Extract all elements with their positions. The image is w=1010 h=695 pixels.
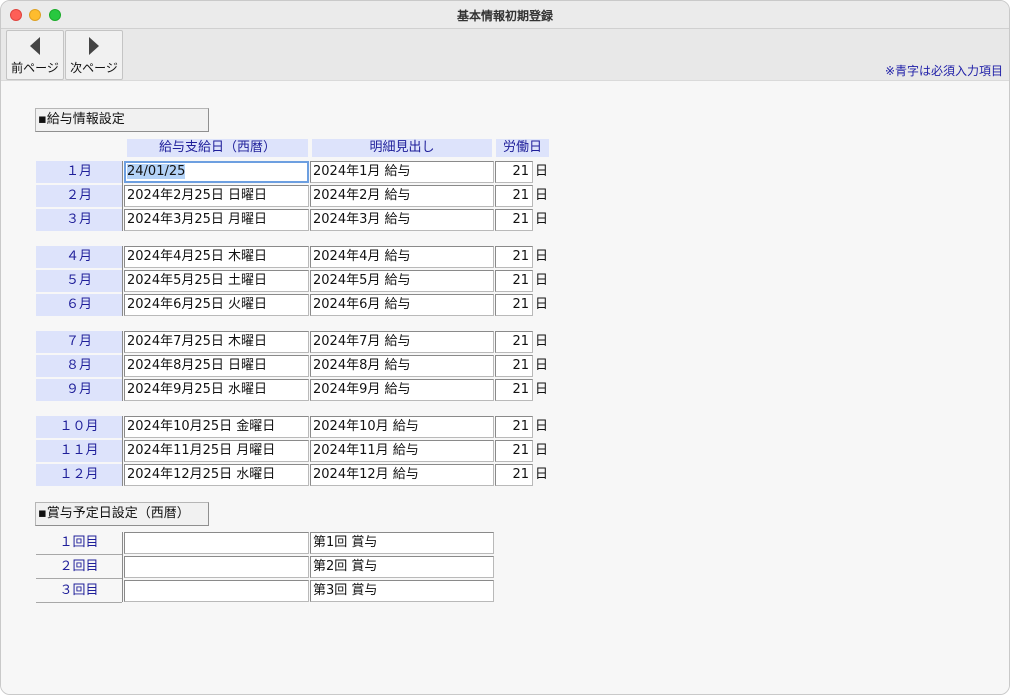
salary-section-header: ▪給与情報設定: [35, 108, 209, 132]
pay-date-input[interactable]: 2024年8月25日 日曜日: [124, 355, 309, 377]
day-unit-label: 日: [535, 249, 549, 264]
required-fields-note: ※青字は必須入力項目: [884, 64, 1003, 78]
bonus-label-underline: [36, 602, 122, 603]
work-days-input[interactable]: 21: [495, 161, 533, 183]
day-unit-label: 日: [535, 297, 549, 312]
work-days-input[interactable]: 21: [495, 270, 533, 292]
work-days-column-header: 労働日: [496, 139, 549, 157]
statement-heading-input[interactable]: 2024年8月 給与: [310, 355, 494, 377]
pay-date-input[interactable]: 2024年4月25日 木曜日: [124, 246, 309, 268]
month-label: ４月: [36, 246, 122, 268]
statement-heading-input[interactable]: 2024年3月 給与: [310, 209, 494, 231]
day-unit-label: 日: [535, 358, 549, 373]
statement-heading-input[interactable]: 2024年2月 給与: [310, 185, 494, 207]
work-days-input[interactable]: 21: [495, 209, 533, 231]
day-unit-label: 日: [535, 188, 549, 203]
bonus-date-input[interactable]: [124, 532, 309, 554]
month-label: ６月: [36, 294, 122, 316]
month-label: １２月: [36, 464, 122, 486]
bonus-heading-input[interactable]: 第3回 賞与: [310, 580, 494, 602]
bonus-date-input[interactable]: [124, 556, 309, 578]
statement-heading-input[interactable]: 2024年10月 給与: [310, 416, 494, 438]
pay-date-input[interactable]: 2024年2月25日 日曜日: [124, 185, 309, 207]
bonus-section-header: ▪賞与予定日設定（西暦）: [35, 502, 209, 526]
day-unit-label: 日: [535, 382, 549, 397]
pay-date-input[interactable]: 24/01/25: [124, 161, 309, 183]
day-unit-label: 日: [535, 212, 549, 227]
statement-heading-input[interactable]: 2024年1月 給与: [310, 161, 494, 183]
day-unit-label: 日: [535, 164, 549, 179]
prev-page-button[interactable]: 前ページ: [6, 30, 64, 80]
group-divider: [122, 246, 123, 316]
pay-date-input[interactable]: 2024年11月25日 月曜日: [124, 440, 309, 462]
bonus-round-label: ３回目: [59, 583, 99, 598]
work-days-input[interactable]: 21: [495, 185, 533, 207]
pay-date-input[interactable]: 2024年12月25日 水曜日: [124, 464, 309, 486]
work-days-input[interactable]: 21: [495, 246, 533, 268]
work-days-input[interactable]: 21: [495, 440, 533, 462]
app-window: 基本情報初期登録 前ページ 次ページ ※青字は必須入力項目 ▪給与情報設定 給与…: [0, 0, 1010, 695]
month-label: １月: [36, 161, 122, 183]
bonus-round-label: １回目: [59, 535, 99, 550]
month-label: ２月: [36, 185, 122, 207]
month-label: １０月: [36, 416, 122, 438]
work-days-input[interactable]: 21: [495, 331, 533, 353]
statement-heading-input[interactable]: 2024年5月 給与: [310, 270, 494, 292]
group-divider: [122, 416, 123, 486]
triangle-left-icon: [30, 37, 40, 55]
bonus-heading-input[interactable]: 第1回 賞与: [310, 532, 494, 554]
month-label: ３月: [36, 209, 122, 231]
statement-heading-input[interactable]: 2024年11月 給与: [310, 440, 494, 462]
month-label: ９月: [36, 379, 122, 401]
month-label: ７月: [36, 331, 122, 353]
group-divider: [122, 161, 123, 231]
statement-heading-input[interactable]: 2024年7月 給与: [310, 331, 494, 353]
work-days-input[interactable]: 21: [495, 464, 533, 486]
day-unit-label: 日: [535, 419, 549, 434]
title-bar: 基本情報初期登録: [1, 1, 1009, 29]
bonus-label-underline: [36, 554, 122, 555]
bonus-group-divider: [122, 532, 123, 602]
work-days-input[interactable]: 21: [495, 355, 533, 377]
month-label: ８月: [36, 355, 122, 377]
pay-date-column-header: 給与支給日（西暦）: [127, 139, 308, 157]
statement-heading-input[interactable]: 2024年9月 給与: [310, 379, 494, 401]
statement-heading-input[interactable]: 2024年6月 給与: [310, 294, 494, 316]
work-days-input[interactable]: 21: [495, 416, 533, 438]
bonus-heading-input[interactable]: 第2回 賞与: [310, 556, 494, 578]
group-divider: [122, 331, 123, 401]
pay-date-input[interactable]: 2024年10月25日 金曜日: [124, 416, 309, 438]
pay-date-input[interactable]: 2024年5月25日 土曜日: [124, 270, 309, 292]
work-days-input[interactable]: 21: [495, 379, 533, 401]
next-page-button[interactable]: 次ページ: [65, 30, 123, 80]
month-label: １１月: [36, 440, 122, 462]
triangle-right-icon: [89, 37, 99, 55]
form-area: ▪給与情報設定 給与支給日（西暦） 明細見出し 労働日 ▪賞与予定日設定（西暦）…: [1, 81, 1009, 694]
day-unit-label: 日: [535, 443, 549, 458]
bonus-round-label: ２回目: [59, 559, 99, 574]
pay-date-input[interactable]: 2024年6月25日 火曜日: [124, 294, 309, 316]
day-unit-label: 日: [535, 273, 549, 288]
window-title: 基本情報初期登録: [456, 9, 553, 23]
day-unit-label: 日: [535, 467, 549, 482]
prev-page-label: 前ページ: [11, 61, 59, 75]
statement-heading-input[interactable]: 2024年12月 給与: [310, 464, 494, 486]
selected-text: 24/01/25: [127, 164, 186, 179]
statement-heading-input[interactable]: 2024年4月 給与: [310, 246, 494, 268]
toolbar: 前ページ 次ページ ※青字は必須入力項目: [1, 29, 1009, 81]
next-page-label: 次ページ: [70, 61, 118, 75]
heading-column-header: 明細見出し: [312, 139, 492, 157]
day-unit-label: 日: [535, 334, 549, 349]
month-label: ５月: [36, 270, 122, 292]
pay-date-input[interactable]: 2024年7月25日 木曜日: [124, 331, 309, 353]
bonus-label-underline: [36, 578, 122, 579]
pay-date-input[interactable]: 2024年3月25日 月曜日: [124, 209, 309, 231]
bonus-date-input[interactable]: [124, 580, 309, 602]
work-days-input[interactable]: 21: [495, 294, 533, 316]
pay-date-input[interactable]: 2024年9月25日 水曜日: [124, 379, 309, 401]
